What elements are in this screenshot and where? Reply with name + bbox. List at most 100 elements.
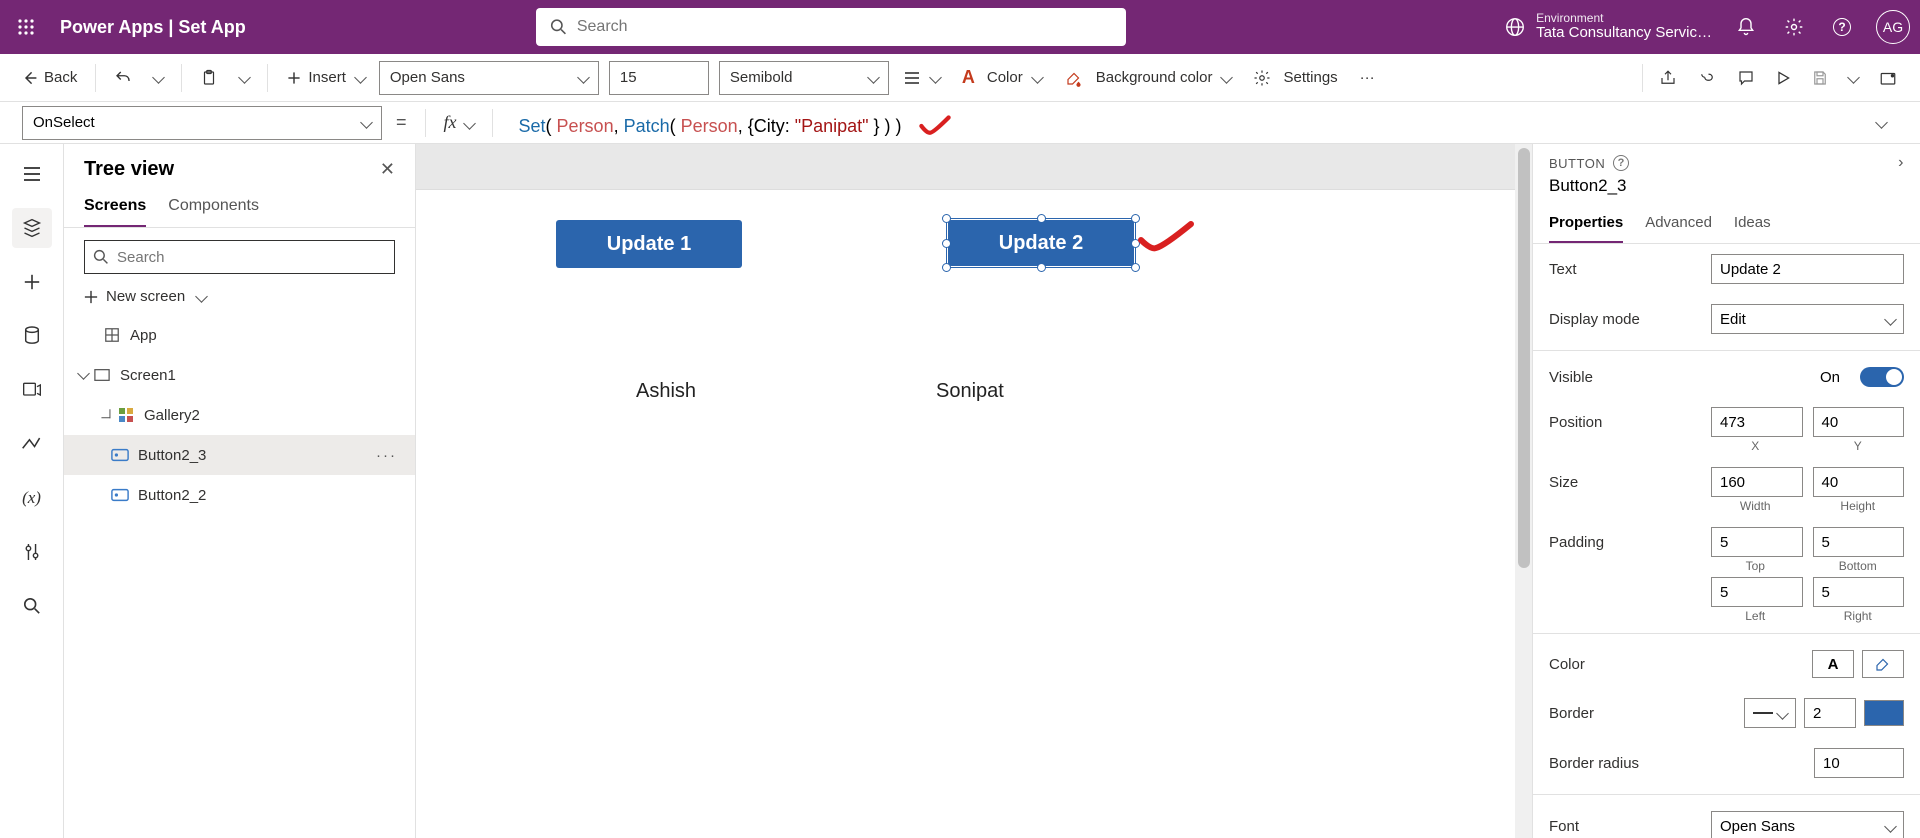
formula-expand-icon[interactable] — [1865, 114, 1898, 132]
tree-view-title: Tree view — [84, 158, 174, 181]
selection-outline: Update 2 — [946, 218, 1136, 268]
data-rail-icon[interactable] — [12, 316, 52, 356]
command-ribbon: Back Insert Open Sans 15 Semibold AColor… — [0, 54, 1920, 102]
share-icon[interactable] — [1651, 61, 1685, 95]
global-search[interactable] — [536, 8, 1126, 46]
prop-fillcolor-button[interactable] — [1862, 650, 1904, 678]
prop-width-input[interactable]: 160 — [1711, 467, 1803, 497]
tree-item-app[interactable]: App — [64, 315, 415, 355]
prop-radius-input[interactable]: 10 — [1814, 748, 1904, 778]
canvas-label-name: Ashish — [636, 380, 696, 403]
fx-button[interactable]: fx — [444, 112, 474, 133]
search-icon — [93, 249, 109, 265]
prop-height-input[interactable]: 40 — [1813, 467, 1905, 497]
new-screen-button[interactable]: New screen — [64, 282, 415, 315]
tree-item-gallery2[interactable]: Gallery2 — [64, 395, 415, 435]
control-name: Button2_3 — [1533, 176, 1920, 206]
help-icon[interactable]: ? — [1613, 155, 1629, 171]
properties-pane: BUTTON? › Button2_3 Properties Advanced … — [1532, 144, 1920, 838]
prop-borderstyle-select[interactable] — [1744, 698, 1796, 728]
property-select[interactable]: OnSelect — [22, 106, 382, 140]
tab-advanced[interactable]: Advanced — [1645, 206, 1712, 243]
insert-rail-icon[interactable] — [12, 262, 52, 302]
canvas-scrollbar[interactable] — [1515, 144, 1532, 838]
undo-button[interactable] — [106, 61, 140, 95]
font-size-select[interactable]: 15 — [609, 61, 709, 95]
tree-view-icon[interactable] — [12, 208, 52, 248]
prop-y-input[interactable]: 40 — [1813, 407, 1905, 437]
tree-item-button23[interactable]: Button2_3 ··· — [64, 435, 415, 475]
prop-padleft-input[interactable]: 5 — [1711, 577, 1803, 607]
environment-label: Environment — [1536, 12, 1712, 25]
tools-rail-icon[interactable] — [12, 532, 52, 572]
help-icon[interactable]: ? — [1828, 13, 1856, 41]
align-button[interactable] — [895, 61, 948, 95]
insert-button[interactable]: Insert — [278, 61, 373, 95]
environment-picker[interactable]: Environment Tata Consultancy Servic… — [1504, 12, 1712, 42]
save-icon[interactable] — [1803, 61, 1837, 95]
annotation-check-icon — [1136, 220, 1196, 254]
undo-menu[interactable] — [146, 61, 171, 95]
comments-icon[interactable] — [1729, 61, 1763, 95]
tree-item-screen1[interactable]: Screen1 — [64, 355, 415, 395]
equals-sign: = — [396, 112, 407, 133]
settings-button[interactable]: Settings — [1245, 61, 1345, 95]
design-stage[interactable]: Update 1 Update 2 Ashish Sonipat — [416, 190, 1532, 838]
flows-rail-icon[interactable] — [12, 424, 52, 464]
prop-padtop-input[interactable]: 5 — [1711, 527, 1803, 557]
media-rail-icon[interactable] — [12, 370, 52, 410]
control-type-label: BUTTON — [1549, 156, 1605, 171]
tab-properties[interactable]: Properties — [1549, 206, 1623, 243]
hamburger-icon[interactable] — [12, 154, 52, 194]
tree-view-pane: Tree view ✕ Screens Components New scree… — [64, 144, 416, 838]
environment-name: Tata Consultancy Servic… — [1536, 25, 1712, 42]
tree-item-button22[interactable]: Button2_2 — [64, 475, 415, 515]
prop-padbottom-input[interactable]: 5 — [1813, 527, 1905, 557]
global-search-input[interactable] — [577, 18, 1112, 36]
prop-borderwidth-input[interactable]: 2 — [1804, 698, 1856, 728]
tree-search[interactable] — [84, 240, 395, 274]
canvas-button-update1[interactable]: Update 1 — [556, 220, 742, 268]
prop-x-input[interactable]: 473 — [1711, 407, 1803, 437]
checker-icon[interactable] — [1689, 61, 1725, 95]
prop-textcolor-button[interactable]: A — [1812, 650, 1854, 678]
paste-button[interactable] — [192, 61, 226, 95]
back-button[interactable]: Back — [14, 61, 85, 95]
paste-menu[interactable] — [232, 61, 257, 95]
notifications-icon[interactable] — [1732, 13, 1760, 41]
tree-item-more-icon[interactable]: ··· — [376, 447, 397, 464]
font-family-select[interactable]: Open Sans — [379, 61, 599, 95]
search-rail-icon[interactable] — [12, 586, 52, 626]
preview-play-icon[interactable] — [1767, 61, 1799, 95]
prop-font-select[interactable]: Open Sans — [1711, 811, 1904, 838]
tab-ideas[interactable]: Ideas — [1734, 206, 1771, 243]
canvas-label-city: Sonipat — [936, 380, 1004, 403]
canvas-area: Update 1 Update 2 Ashish Sonipat — [416, 144, 1532, 838]
back-label: Back — [44, 69, 77, 86]
settings-gear-icon[interactable] — [1780, 13, 1808, 41]
canvas-button-update2[interactable]: Update 2 — [948, 220, 1134, 266]
tab-screens[interactable]: Screens — [84, 189, 146, 227]
canvas-ruler — [416, 144, 1532, 190]
prop-text-input[interactable]: Update 2 — [1711, 254, 1904, 284]
app-launcher-icon[interactable] — [10, 11, 42, 43]
tree-search-input[interactable] — [117, 249, 386, 266]
user-avatar[interactable]: AG — [1876, 10, 1910, 44]
more-button[interactable]: ··· — [1352, 61, 1383, 95]
prop-bordercolor-button[interactable] — [1864, 700, 1904, 726]
annotation-check-icon — [918, 114, 952, 138]
formula-input[interactable]: Set( Person, Patch( Person, {City: "Pani… — [511, 104, 1851, 141]
close-icon[interactable]: ✕ — [380, 159, 395, 180]
font-weight-select[interactable]: Semibold — [719, 61, 889, 95]
prop-visible-toggle[interactable] — [1860, 367, 1904, 387]
chevron-right-icon[interactable]: › — [1898, 154, 1904, 172]
save-menu[interactable] — [1841, 61, 1866, 95]
variables-rail-icon[interactable]: (x) — [12, 478, 52, 518]
publish-icon[interactable] — [1870, 61, 1906, 95]
prop-displaymode-select[interactable]: Edit — [1711, 304, 1904, 334]
tab-components[interactable]: Components — [168, 189, 259, 227]
bgcolor-button[interactable]: Background color — [1056, 61, 1240, 95]
search-icon — [550, 18, 567, 36]
prop-padright-input[interactable]: 5 — [1813, 577, 1905, 607]
text-color-button[interactable]: AColor — [954, 61, 1050, 95]
